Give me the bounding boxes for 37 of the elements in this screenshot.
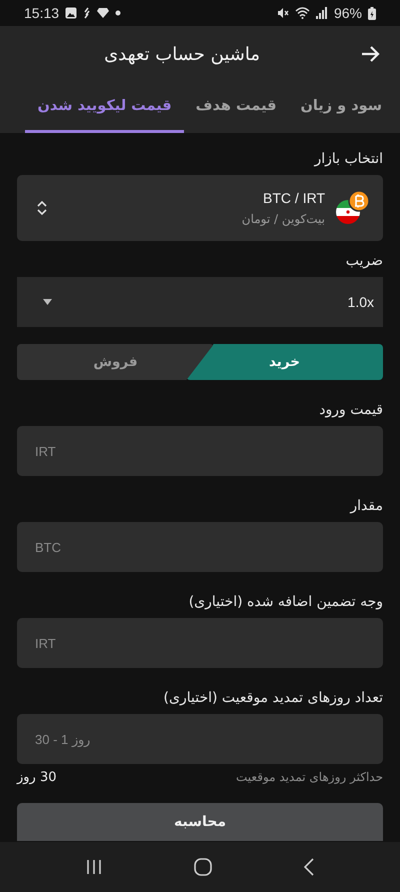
calculate-button[interactable]: محاسبه [17,803,383,841]
page-title: ماشین حساب تعهدی [104,44,260,64]
input-field[interactable]: IRT [17,426,383,476]
field-label: ضریب [346,253,383,269]
side-toggle-button[interactable]: خرید [186,344,383,380]
hint-text: حداکثر روزهای تمدید موقعیت [236,770,383,785]
status-time: 15:13 [24,5,60,21]
hint-value: 30 روز [17,770,57,785]
field-label: مقدار [350,498,383,514]
field-label: تعداد روزهای تمدید موقعیت (اختیاری) [164,690,383,706]
tab[interactable]: قیمت هدف [184,82,288,133]
tab[interactable]: سود و زیان [288,82,394,133]
tab[interactable]: قیمت لیکویید شدن [25,82,184,133]
back-arrow-icon[interactable] [360,45,380,63]
back-icon[interactable] [304,858,314,876]
input-field[interactable]: BTC [17,522,383,572]
home-icon[interactable] [194,858,212,876]
battery-icon [368,6,376,20]
recent-apps-icon[interactable] [86,859,102,875]
field-label: انتخاب بازار [314,151,383,167]
dot-icon [115,10,122,16]
wifi-icon [294,7,310,19]
side-toggle-button[interactable]: فروش [17,344,214,380]
dropdown-triangle-icon [43,299,52,305]
market-pair: BTC / IRT [263,190,325,206]
mute-icon [276,7,289,19]
battery-percent: 96% [334,5,362,21]
input-field[interactable]: 30 - 1 روز [17,714,383,764]
market-name: بیت‌کوین / تومان [242,212,325,226]
field-label: قیمت ورود [319,402,383,418]
sort-chevrons-icon [37,200,47,216]
multiplier-dropdown[interactable]: 1.0x [17,277,383,327]
diamond-icon [97,8,110,18]
field-label: وجه تضمین اضافه شده (اختیاری) [188,594,383,610]
input-field[interactable]: IRT [17,618,383,668]
image-icon [65,7,78,19]
signal-icon [316,7,328,19]
